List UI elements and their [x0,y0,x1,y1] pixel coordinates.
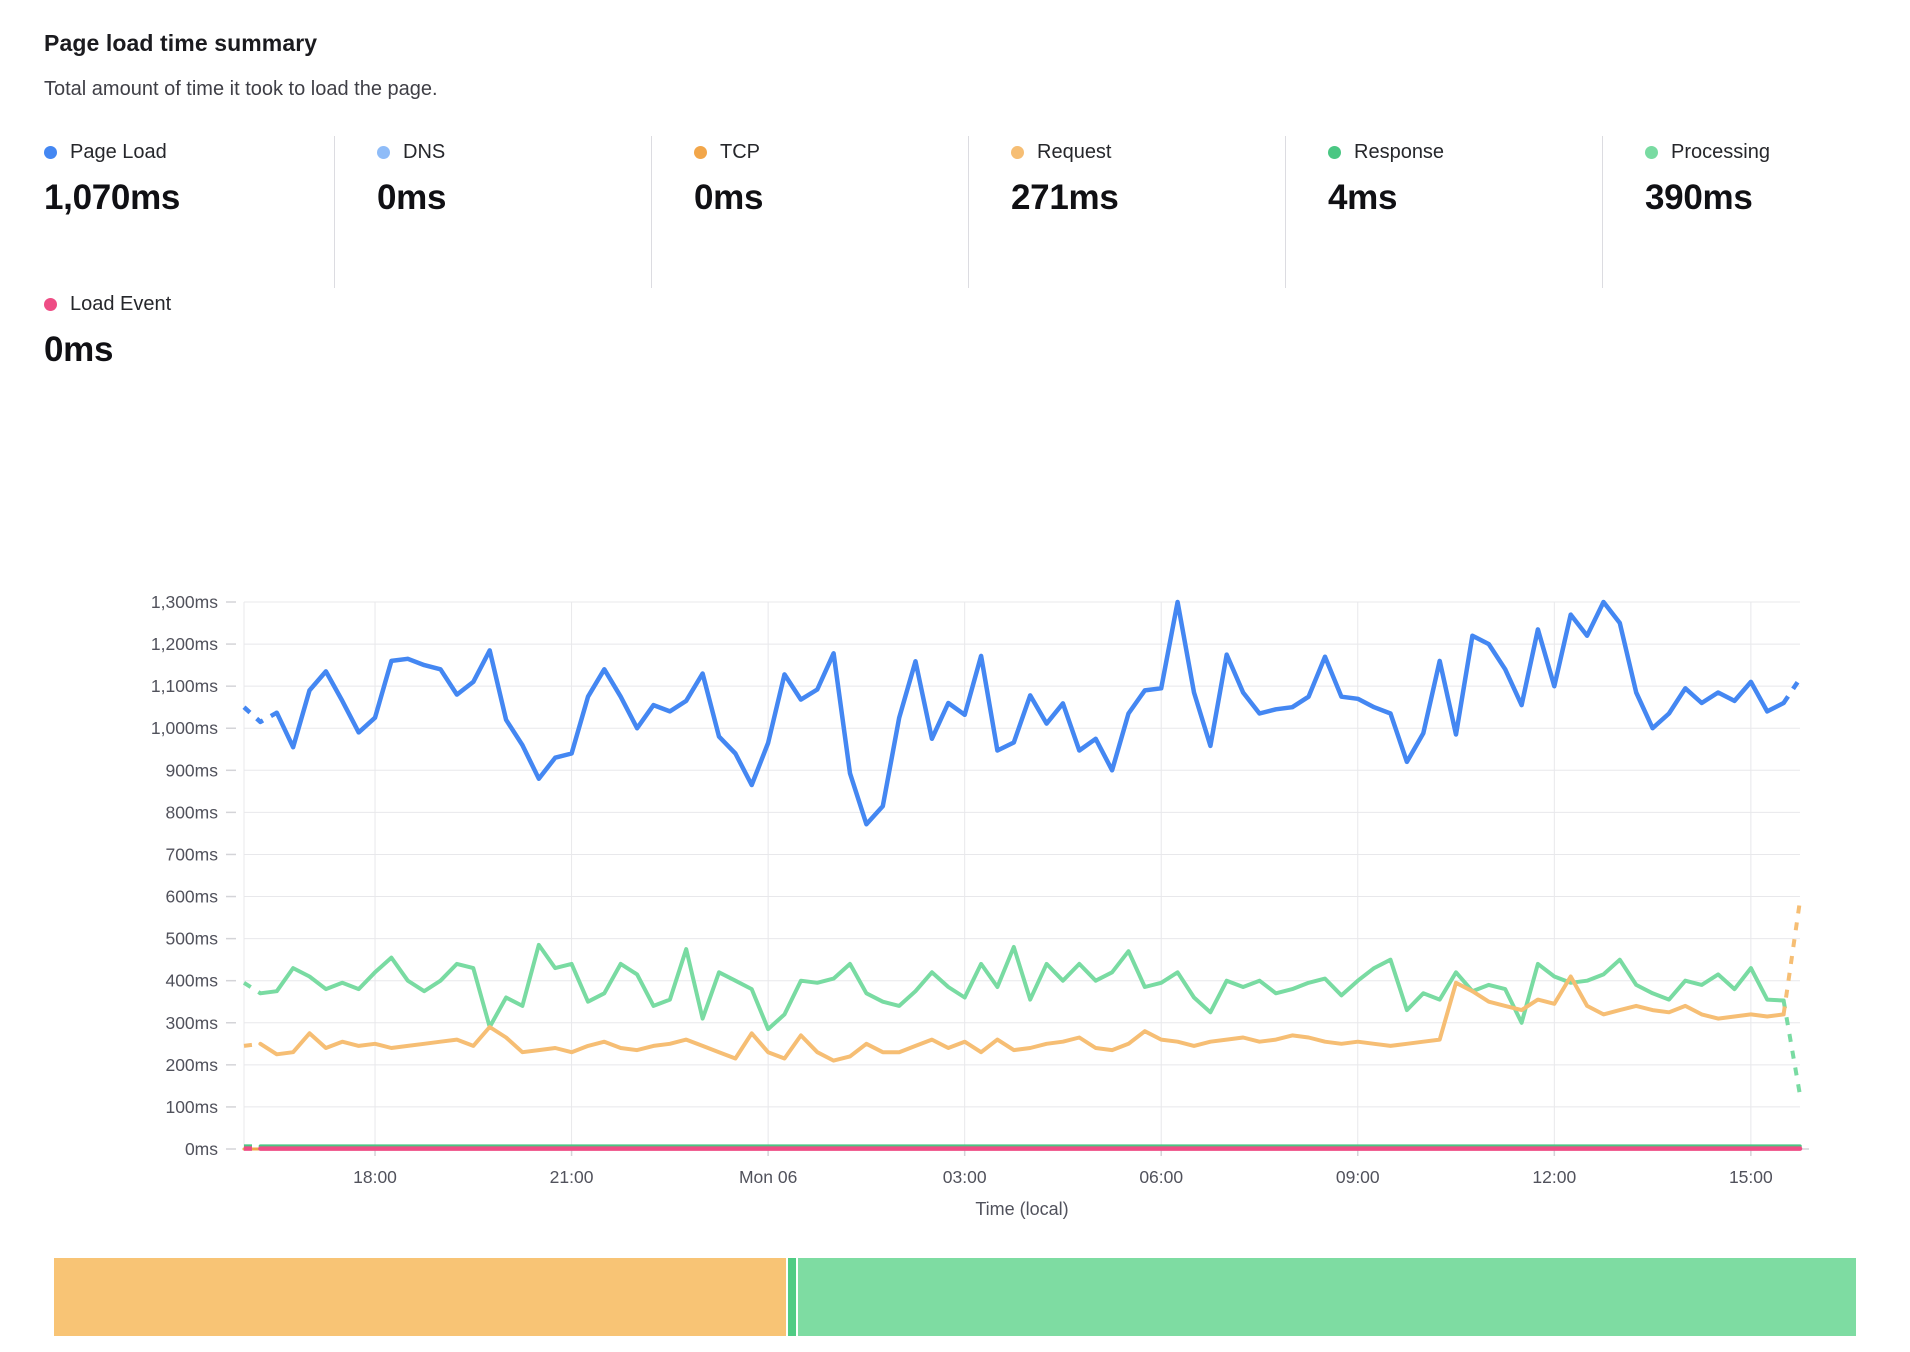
y-axis-label: 1,200ms [151,634,218,654]
stat-response: Response 4ms [1285,136,1602,288]
stat-label: Response [1354,140,1444,164]
stat-header: Request [1011,140,1285,164]
metric-stats-row-2: Load Event 0ms [44,288,1866,404]
stat-label: Load Event [70,292,171,316]
x-axis-label: 06:00 [1139,1167,1183,1187]
y-axis-label: 1,300ms [151,592,218,612]
stat-label: TCP [720,140,760,164]
legend-dot-request [1011,146,1024,159]
stat-page-load: Page Load 1,070ms [44,136,334,288]
stat-label: DNS [403,140,445,164]
stat-value: 271ms [1011,176,1285,220]
bar-segment-processing [798,1258,1856,1336]
stat-value: 0ms [44,328,334,372]
x-axis-label: 12:00 [1532,1167,1576,1187]
bar-segment-response [788,1258,796,1336]
page-load-summary-panel: Page load time summary Total amount of t… [0,0,1910,1336]
y-axis-label: 1,100ms [151,676,218,696]
stat-value: 0ms [377,176,651,220]
stat-value: 1,070ms [44,176,334,220]
y-axis-label: 700ms [165,844,218,864]
timing-distribution-bar [54,1258,1856,1336]
x-axis-label: 15:00 [1729,1167,1773,1187]
stat-value: 4ms [1328,176,1602,220]
metric-stats-row: Page Load 1,070ms DNS 0ms TCP 0ms Request 271ms… [44,136,1866,288]
stat-header: DNS [377,140,651,164]
stat-request: Request 271ms [968,136,1285,288]
stat-tcp: TCP 0ms [651,136,968,288]
legend-dot-dns [377,146,390,159]
stat-header: Processing [1645,140,1910,164]
x-axis-label: 18:00 [353,1167,397,1187]
series-request-dash-tail [1784,901,1800,1015]
legend-dot-load-event [44,298,57,311]
page-title: Page load time summary [44,26,1866,60]
y-axis-label: 400ms [165,971,218,991]
stat-header: TCP [694,140,968,164]
stat-value: 0ms [694,176,968,220]
stat-dns: DNS 0ms [334,136,651,288]
x-axis-label: Mon 06 [739,1167,797,1187]
x-axis-title: Time (local) [975,1199,1068,1219]
stat-value: 390ms [1645,176,1910,220]
stat-header: Load Event [44,292,334,316]
series-page-load-dash-tail [1784,679,1800,703]
stat-header: Response [1328,140,1602,164]
stat-label: Page Load [70,140,167,164]
legend-dot-tcp [694,146,707,159]
y-axis-label: 800ms [165,802,218,822]
y-axis-label: 1,000ms [151,718,218,738]
series-processing-dash-head [244,983,260,994]
stat-header: Page Load [44,140,334,164]
legend-dot-response [1328,146,1341,159]
series-request-dash-head [244,1044,260,1046]
stat-label: Processing [1671,140,1770,164]
page-subtitle: Total amount of time it took to load the… [44,76,1866,102]
y-axis-label: 900ms [165,760,218,780]
stat-processing: Processing 390ms [1602,136,1910,288]
series-processing [260,945,1783,1029]
x-axis-label: 09:00 [1336,1167,1380,1187]
stat-label: Request [1037,140,1112,164]
x-axis-label: 21:00 [550,1167,594,1187]
legend-dot-processing [1645,146,1658,159]
y-axis-label: 0ms [185,1139,218,1159]
series-processing-dash-tail [1784,1001,1800,1096]
y-axis-label: 600ms [165,887,218,907]
series-page-load-dash-head [244,707,277,722]
bar-segment-request [54,1258,786,1336]
y-axis-label: 300ms [165,1013,218,1033]
legend-dot-page-load [44,146,57,159]
x-axis-label: 03:00 [943,1167,987,1187]
y-axis-label: 200ms [165,1055,218,1075]
series-page-load [277,602,1784,824]
stat-load-event: Load Event 0ms [44,288,334,404]
y-axis-label: 500ms [165,929,218,949]
y-axis-label: 100ms [165,1097,218,1117]
page-load-time-chart[interactable]: 0ms 100ms 200ms 300ms 400ms 500ms 600ms 700ms 80… [44,572,1834,1232]
